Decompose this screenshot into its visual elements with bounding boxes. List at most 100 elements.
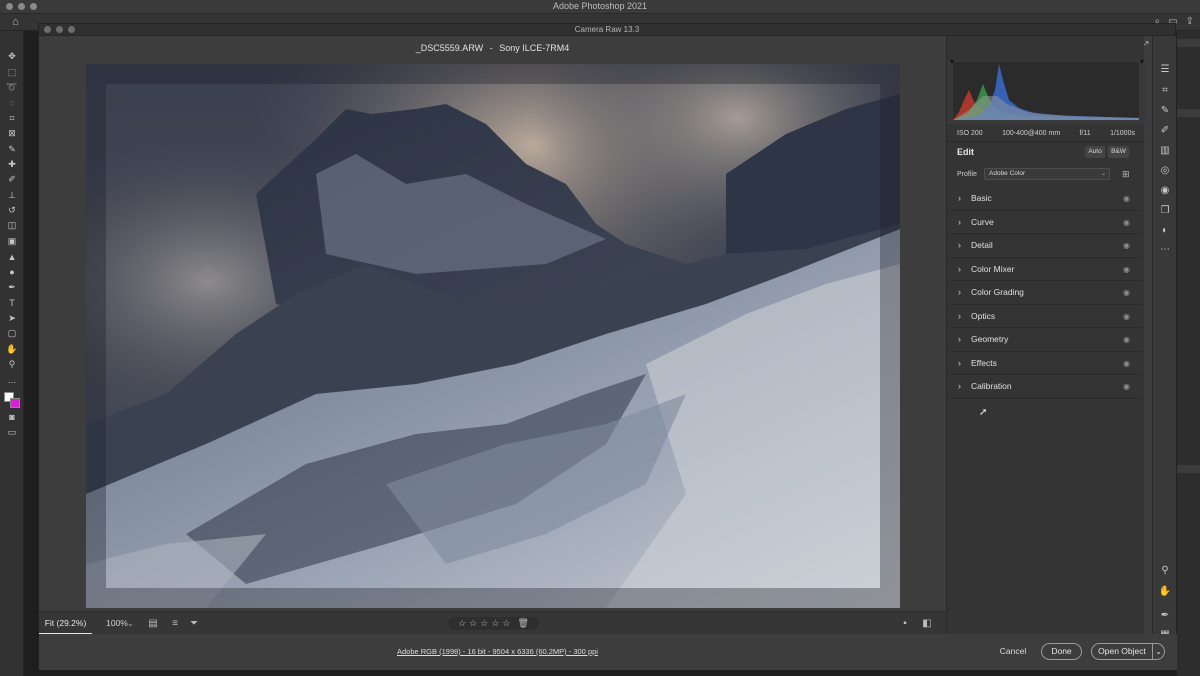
red-eye-icon[interactable]: ◉	[1158, 184, 1172, 198]
history-brush-tool-icon[interactable]: ↺	[0, 203, 24, 218]
visibility-eye-icon[interactable]: ◉	[1123, 234, 1130, 257]
dodge-tool-icon[interactable]: ●	[0, 264, 24, 279]
gradient-tool-icon[interactable]: ▣	[0, 234, 24, 249]
eyedropper-tool-icon[interactable]: ✎	[0, 141, 24, 156]
screen-mode-icon[interactable]: ▭	[0, 425, 24, 440]
profile-browser-grid-icon[interactable]: ⊞	[1122, 169, 1132, 179]
crop-preview-icon[interactable]: ▪	[899, 618, 911, 630]
trash-icon[interactable]: 🗑	[517, 618, 528, 629]
section-color-grading[interactable]: › Color Grading ◉	[949, 281, 1142, 305]
mouse-cursor-icon: ➚	[979, 407, 988, 418]
lens-value: 100-400@400 mm	[1002, 130, 1061, 137]
preview-bottom-bar: Fit (29.2%) 100% ⌄ ▤ ≡ ⏷ ☆ ☆ ☆ ☆ ☆ 🗑 ▪ ◧	[39, 611, 946, 635]
type-tool-icon[interactable]: T	[0, 295, 24, 310]
section-color-mixer[interactable]: › Color Mixer ◉	[949, 257, 1142, 281]
zoom-icon[interactable]: ⚲	[1158, 564, 1172, 578]
fit-zoom-tab[interactable]: Fit (29.2%)	[39, 612, 92, 635]
section-basic[interactable]: › Basic ◉	[949, 187, 1142, 211]
path-select-tool-icon[interactable]: ➤	[0, 311, 24, 326]
star-3-icon[interactable]: ☆	[480, 618, 488, 629]
background-color-swatch[interactable]	[10, 397, 20, 408]
star-rating[interactable]: ☆ ☆ ☆ ☆ ☆ 🗑	[448, 617, 539, 630]
open-object-button[interactable]: Open Object	[1091, 643, 1153, 660]
zoom-tool-icon[interactable]: ⚲	[0, 357, 24, 372]
spot-removal-icon[interactable]: ✎	[1158, 104, 1172, 118]
lasso-tool-icon[interactable]: ➰	[0, 80, 24, 95]
radial-filter-icon[interactable]: ◎	[1158, 164, 1172, 178]
chevron-right-icon: ›	[958, 357, 961, 368]
profile-value: Adobe Color	[989, 170, 1026, 177]
snapshots-icon[interactable]: ❐	[1158, 204, 1172, 218]
panel-tab[interactable]	[1177, 465, 1200, 473]
visibility-eye-icon[interactable]: ◉	[1123, 328, 1130, 351]
visibility-eye-icon[interactable]: ◉	[1123, 352, 1130, 375]
star-1-icon[interactable]: ☆	[458, 618, 466, 629]
more-options-icon[interactable]: ⋯	[1158, 243, 1172, 257]
zoom-dropdown-chevron-icon[interactable]: ⌄	[127, 612, 134, 635]
crop-rotate-icon[interactable]: ⌗	[1158, 84, 1172, 98]
adjustment-brush-icon[interactable]: ✐	[1158, 124, 1172, 138]
panel-tab[interactable]	[1177, 109, 1200, 117]
section-geometry[interactable]: › Geometry ◉	[949, 328, 1142, 352]
mountain-photo	[86, 64, 900, 608]
visibility-eye-icon[interactable]: ◉	[1123, 187, 1130, 210]
more-tools-icon[interactable]: …	[0, 372, 24, 387]
visibility-eye-icon[interactable]: ◉	[1123, 305, 1130, 328]
presets-icon[interactable]: ◐	[1158, 224, 1172, 238]
pen-tool-icon[interactable]: ✒	[0, 280, 24, 295]
section-label: Detail	[971, 240, 993, 250]
before-after-icon[interactable]: ◧	[921, 618, 933, 630]
auto-button[interactable]: Auto	[1085, 146, 1105, 158]
section-curve[interactable]: › Curve ◉	[949, 210, 1142, 234]
panel-tab[interactable]	[1177, 39, 1200, 47]
star-4-icon[interactable]: ☆	[491, 618, 499, 629]
home-icon[interactable]: ⌂	[9, 16, 22, 29]
filter-icon[interactable]: ⏷	[188, 618, 200, 630]
brush-tool-icon[interactable]: ✐	[0, 172, 24, 187]
sort-icon[interactable]: ≡	[169, 618, 181, 630]
bw-button[interactable]: B&W	[1108, 146, 1129, 158]
section-label: Geometry	[971, 334, 1009, 344]
graduated-filter-icon[interactable]: ▥	[1158, 144, 1172, 158]
move-tool-icon[interactable]: ✥	[0, 49, 24, 64]
white-balance-eyedropper-icon[interactable]: ✒	[1158, 609, 1172, 623]
star-2-icon[interactable]: ☆	[469, 618, 477, 629]
healing-tool-icon[interactable]: ✚	[0, 157, 24, 172]
quick-mask-icon[interactable]: ◙	[0, 410, 24, 425]
visibility-eye-icon[interactable]: ◉	[1123, 375, 1130, 398]
done-button[interactable]: Done	[1041, 643, 1082, 660]
blur-tool-icon[interactable]: ▲	[0, 249, 24, 264]
section-label: Effects	[971, 357, 997, 368]
histogram	[947, 60, 1145, 124]
quick-select-tool-icon[interactable]: ◌	[0, 95, 24, 110]
star-5-icon[interactable]: ☆	[502, 618, 510, 629]
profile-dropdown[interactable]: Adobe Color ⌄	[984, 168, 1110, 180]
section-optics[interactable]: › Optics ◉	[949, 304, 1142, 328]
filmstrip-icon[interactable]: ▤	[147, 618, 159, 630]
marquee-tool-icon[interactable]: ⬚	[0, 64, 24, 79]
edit-sliders-icon[interactable]: ☰	[1158, 63, 1172, 77]
shape-tool-icon[interactable]: ▢	[0, 326, 24, 341]
color-swatches[interactable]	[0, 388, 23, 410]
crop-tool-icon[interactable]: ⌗	[0, 111, 24, 126]
visibility-eye-icon[interactable]: ◉	[1123, 211, 1130, 234]
section-detail[interactable]: › Detail ◉	[949, 234, 1142, 258]
hand-tool-icon[interactable]: ✋	[0, 341, 24, 356]
section-effects[interactable]: › Effects ◉	[949, 351, 1142, 375]
frame-tool-icon[interactable]: ⊠	[0, 126, 24, 141]
share-icon[interactable]: ⇪	[1186, 16, 1194, 27]
hand-icon[interactable]: ✋	[1158, 585, 1172, 599]
chevron-right-icon: ›	[958, 334, 961, 344]
visibility-eye-icon[interactable]: ◉	[1123, 258, 1130, 281]
toolbar-header	[0, 31, 23, 49]
workflow-options-link[interactable]: Adobe RGB (1998) - 16 bit - 9504 x 6336 …	[397, 647, 598, 656]
clone-stamp-tool-icon[interactable]: ⊥	[0, 188, 24, 203]
open-options-chevron-icon[interactable]: ⌄	[1153, 643, 1165, 660]
cancel-button[interactable]: Cancel	[994, 643, 1032, 660]
section-calibration[interactable]: › Calibration ◉	[949, 375, 1142, 399]
eraser-tool-icon[interactable]: ◫	[0, 218, 24, 233]
camera-raw-titlebar: Camera Raw 13.3	[39, 24, 1175, 36]
tools-panel: ✥ ⬚ ➰ ◌ ⌗ ⊠ ✎ ✚ ✐ ⊥ ↺ ◫ ▣ ▲ ● ✒ T ➤ ▢ ✋ …	[0, 31, 24, 676]
image-preview[interactable]	[86, 64, 900, 608]
visibility-eye-icon[interactable]: ◉	[1123, 281, 1130, 304]
